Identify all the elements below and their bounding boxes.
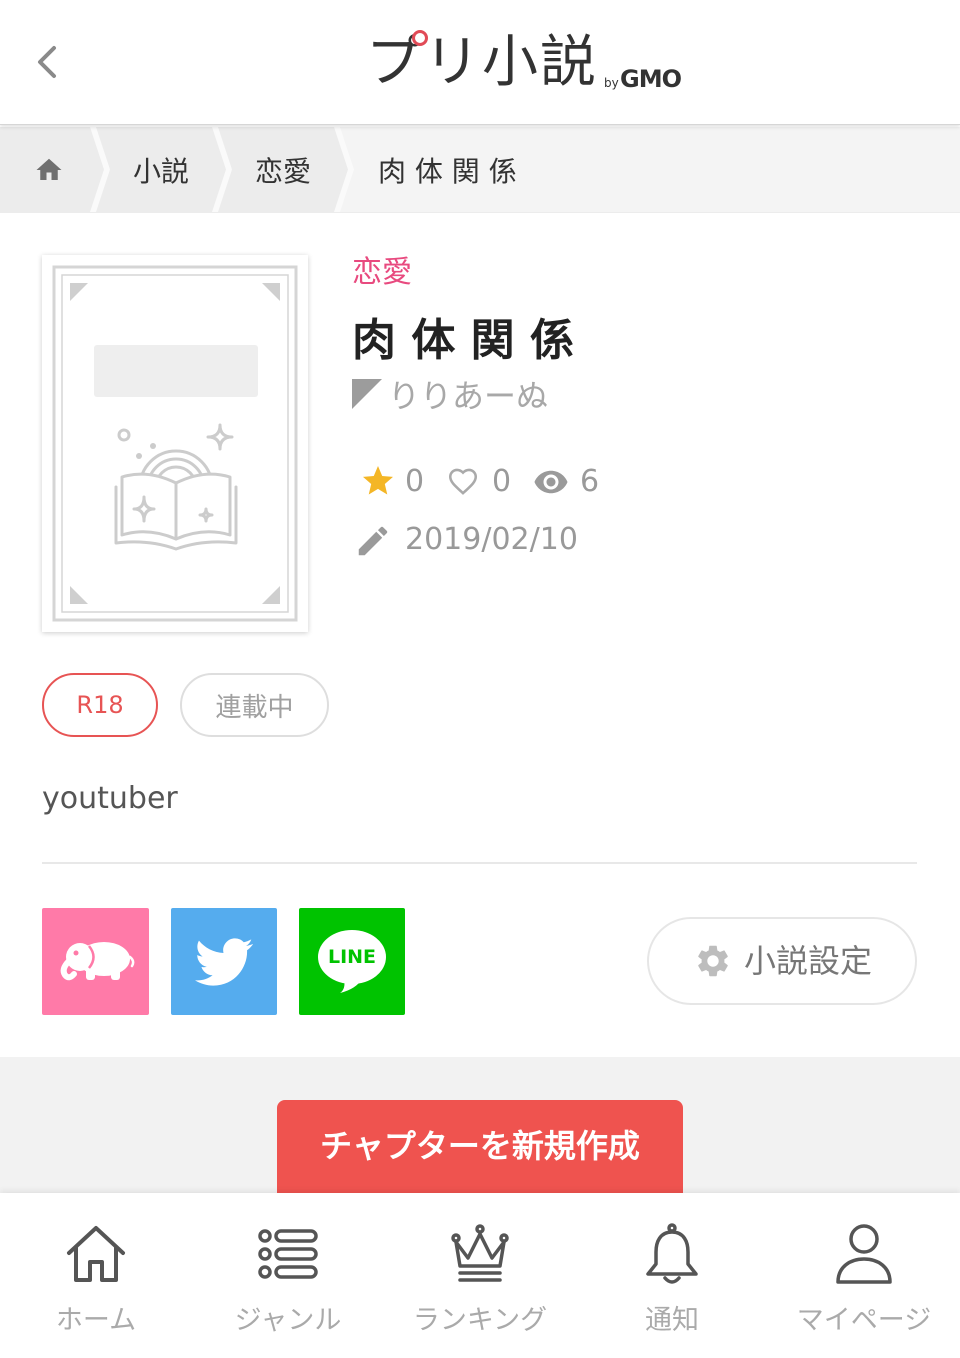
- novel-settings-button[interactable]: 小説設定: [647, 917, 917, 1005]
- nav-label-notifications: 通知: [645, 1305, 699, 1336]
- crown-icon: [451, 1224, 509, 1282]
- line-icon: LINE: [316, 929, 388, 995]
- share-twitter-button[interactable]: [171, 908, 277, 1015]
- share-line-button[interactable]: LINE: [299, 908, 405, 1015]
- novel-title: 肉 体 関 係: [352, 315, 574, 366]
- logo-by: by: [604, 76, 619, 90]
- author-icon: [352, 379, 382, 409]
- site-logo[interactable]: プリ小説 by GMO: [366, 24, 696, 104]
- bottom-navigation: ホーム ジャンル ランキング 通知 マイページ: [0, 1193, 960, 1358]
- app-header: プリ小説 by GMO: [0, 0, 960, 125]
- heart-icon: [448, 468, 478, 495]
- breadcrumb-home[interactable]: [0, 127, 104, 212]
- twitter-bird-icon: [195, 937, 253, 986]
- r18-badge: R18: [42, 673, 158, 737]
- genre-link[interactable]: 恋愛: [352, 252, 412, 294]
- star-icon: [363, 466, 393, 495]
- divider: [42, 862, 917, 864]
- nav-label-mypage: マイページ: [796, 1305, 932, 1336]
- novel-settings-label: 小説設定: [744, 942, 873, 980]
- nav-item-ranking[interactable]: ランキング: [384, 1193, 576, 1358]
- nav-item-home[interactable]: ホーム: [0, 1193, 192, 1358]
- breadcrumb-item-genre[interactable]: 恋愛: [218, 127, 348, 212]
- nav-item-mypage[interactable]: マイページ: [768, 1193, 960, 1358]
- line-label: LINE: [327, 945, 377, 968]
- nav-label-home: ホーム: [55, 1305, 137, 1336]
- home-icon[interactable]: [34, 155, 64, 185]
- logo-red-dot: [412, 30, 428, 46]
- home-outline-icon: [67, 1226, 125, 1282]
- favorites-count: 0: [405, 464, 425, 499]
- breadcrumb: 小説 恋愛 肉 体 関 係: [0, 127, 960, 213]
- logo-name: プリ小説: [366, 30, 598, 95]
- novel-cover: [42, 255, 308, 632]
- nav-label-ranking: ランキング: [412, 1305, 548, 1336]
- elephant-icon: [60, 941, 134, 980]
- eye-icon: [534, 470, 568, 494]
- back-button[interactable]: [26, 38, 70, 86]
- gear-icon: [698, 945, 728, 977]
- views-count: 6: [580, 464, 600, 499]
- logo-company: GMO: [620, 65, 682, 93]
- nav-label-genre: ジャンル: [234, 1305, 342, 1336]
- nav-item-notifications[interactable]: 通知: [576, 1193, 768, 1358]
- updated-date: 2019/02/10: [405, 522, 578, 557]
- nav-item-genre[interactable]: ジャンル: [192, 1193, 384, 1358]
- author-link[interactable]: りりあーぬ: [388, 374, 548, 418]
- breadcrumb-item-current: 肉 体 関 係: [340, 127, 960, 212]
- list-icon: [258, 1229, 318, 1279]
- pencil-icon: [358, 526, 388, 556]
- breadcrumb-item-novels[interactable]: 小説: [96, 127, 226, 212]
- share-elephant-button[interactable]: [42, 908, 149, 1015]
- cover-placeholder-image: [52, 265, 298, 622]
- novel-detail-page: プリ小説 by GMO 小説 恋愛 肉 体 関 係 恋愛 肉 体 関 係 りりあ…: [0, 0, 960, 1358]
- chevron-left-icon[interactable]: [26, 38, 70, 86]
- serial-status-badge: 連載中: [180, 673, 329, 737]
- bell-icon: [646, 1223, 698, 1284]
- person-icon: [836, 1224, 892, 1284]
- likes-count: 0: [492, 464, 512, 499]
- novel-description: youtuber: [42, 781, 178, 816]
